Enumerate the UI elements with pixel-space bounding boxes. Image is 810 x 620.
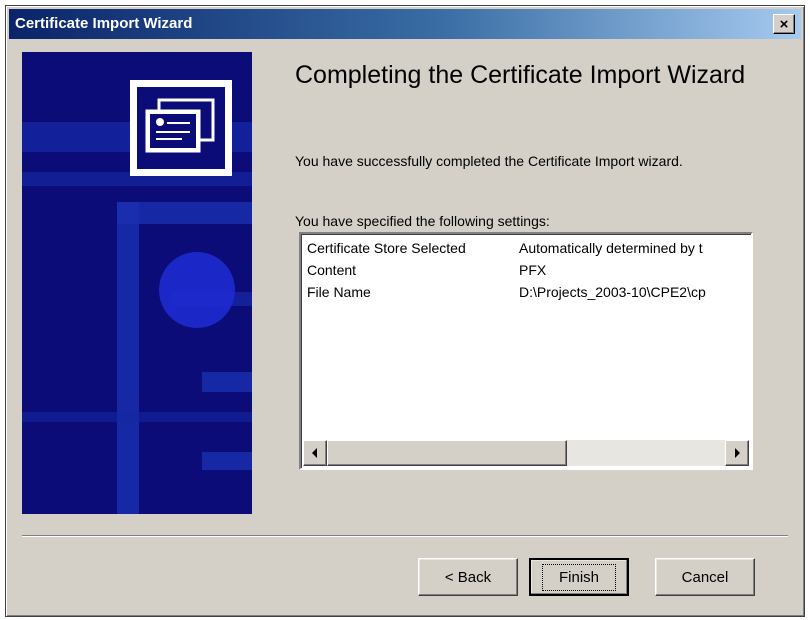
- scroll-left-button[interactable]: [303, 440, 327, 466]
- setting-value: PFX: [519, 262, 547, 278]
- setting-field: Certificate Store Selected: [307, 240, 466, 256]
- back-button-label: < Back: [444, 568, 492, 586]
- window-title: Certificate Import Wizard: [15, 15, 193, 32]
- setting-field: Content: [307, 262, 357, 278]
- close-icon: ×: [779, 15, 789, 33]
- setting-value: D:\Projects_2003-10\CPE2\cp: [519, 284, 706, 300]
- success-message: You have successfully completed the Cert…: [295, 153, 683, 169]
- close-button[interactable]: ×: [773, 14, 795, 34]
- back-button[interactable]: < Back: [418, 558, 518, 596]
- cancel-button-label: Cancel: [681, 568, 729, 586]
- scroll-right-button[interactable]: [725, 440, 749, 466]
- scroll-thumb[interactable]: [327, 440, 567, 466]
- settings-label: You have specified the following setting…: [295, 213, 550, 229]
- setting-value: Automatically determined by t: [519, 240, 703, 256]
- scroll-left-arrow-icon: [312, 448, 317, 458]
- finish-button[interactable]: Finish: [529, 558, 629, 596]
- horizontal-scrollbar[interactable]: [303, 440, 749, 466]
- wizard-side-banner: [22, 52, 252, 514]
- wizard-heading: Completing the Certificate Import Wizard: [295, 61, 746, 89]
- button-separator: [22, 535, 788, 537]
- banner-artwork: [22, 52, 252, 514]
- setting-field: File Name: [307, 284, 371, 300]
- settings-list[interactable]: Certificate Store Selected Automatically…: [299, 232, 753, 470]
- certificate-icon: [130, 80, 232, 176]
- finish-button-label: Finish: [541, 563, 616, 591]
- title-bar[interactable]: Certificate Import Wizard ×: [9, 9, 801, 39]
- scroll-right-arrow-icon: [735, 448, 740, 458]
- cancel-button[interactable]: Cancel: [655, 558, 755, 596]
